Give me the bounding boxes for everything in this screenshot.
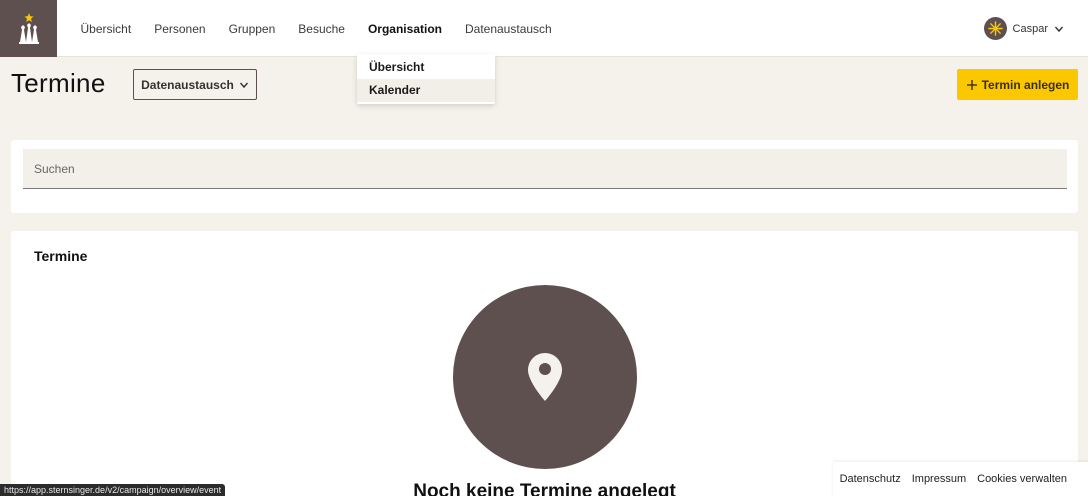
location-pin-icon (528, 353, 562, 401)
events-card: Termine Noch keine Termine angelegt (11, 231, 1078, 496)
nav-item-besuche[interactable]: Besuche (287, 22, 357, 36)
user-name: Caspar (1012, 22, 1048, 35)
create-event-button[interactable]: Termin anlegen (957, 69, 1078, 100)
events-section-title: Termine (34, 248, 88, 264)
dropdown-item-uebersicht[interactable]: Übersicht (357, 56, 495, 79)
user-menu[interactable]: Caspar (983, 17, 1064, 40)
search-card (11, 140, 1078, 213)
nav-item-personen[interactable]: Personen (143, 22, 217, 36)
chevron-down-icon (239, 82, 248, 88)
datenaustausch-dropdown-button[interactable]: Datenaustausch (133, 69, 257, 100)
plus-icon (966, 79, 977, 90)
footer-links: Datenschutz Impressum Cookies verwalten (833, 462, 1088, 496)
organisation-dropdown-menu: Übersicht Kalender (357, 54, 495, 104)
dropdown-item-kalender[interactable]: Kalender (357, 79, 495, 102)
main-nav: Übersicht Personen Gruppen Besuche Organ… (69, 0, 563, 57)
nav-item-uebersicht[interactable]: Übersicht (69, 22, 143, 36)
filter-button-label: Datenaustausch (141, 77, 234, 92)
nav-item-organisation[interactable]: Organisation (356, 22, 453, 36)
footer-link-datenschutz[interactable]: Datenschutz (840, 473, 901, 485)
footer-link-impressum[interactable]: Impressum (912, 473, 966, 485)
sternsinger-logo[interactable] (0, 0, 57, 57)
browser-status-url: https://app.sternsinger.de/v2/campaign/o… (0, 484, 226, 496)
page-title: Termine (11, 68, 106, 98)
star-icon (987, 21, 1003, 36)
avatar (983, 17, 1007, 40)
create-button-label: Termin anlegen (981, 77, 1070, 92)
nav-item-gruppen[interactable]: Gruppen (217, 22, 287, 36)
footer-link-cookies[interactable]: Cookies verwalten (977, 473, 1067, 485)
search-input[interactable] (23, 149, 1067, 189)
chevron-down-icon (1054, 26, 1064, 32)
top-navigation-bar: Übersicht Personen Gruppen Besuche Organ… (0, 0, 1088, 57)
nav-item-datenaustausch[interactable]: Datenaustausch (453, 22, 563, 36)
empty-state-illustration (453, 285, 637, 469)
